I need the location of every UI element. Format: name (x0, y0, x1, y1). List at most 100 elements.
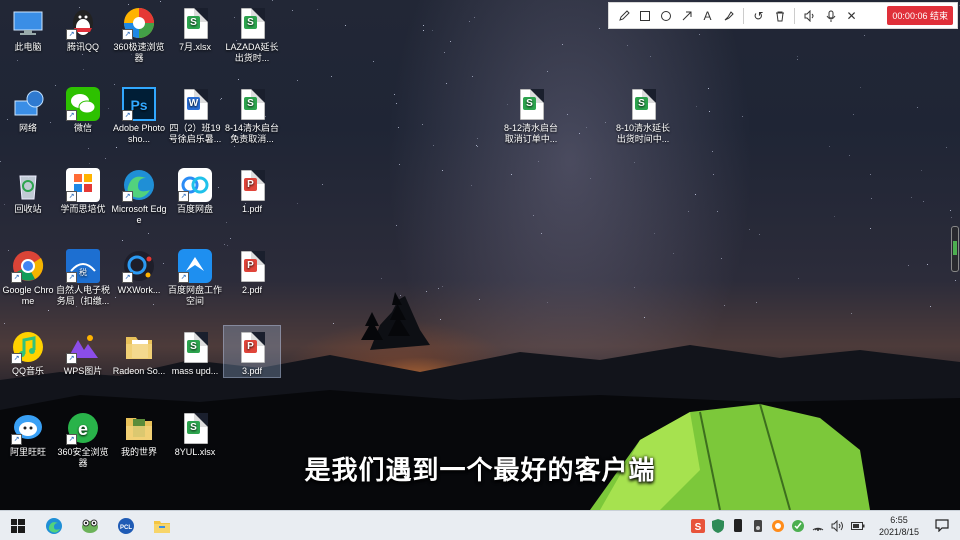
desktop-icon[interactable]: 税 ↗ 自然人电子税务局（扣缴... (55, 245, 111, 307)
desktop-icon[interactable]: S LAZADA延长出货时... (224, 2, 280, 64)
shortcut-arrow-icon: ↗ (122, 191, 133, 202)
star (397, 126, 399, 128)
star (626, 44, 628, 46)
desktop-icon[interactable]: S 8-10清水延长出货时间中... (615, 83, 671, 145)
edge-icon[interactable] (36, 512, 72, 540)
shortcut-arrow-icon: ↗ (178, 272, 189, 283)
notification-icon[interactable] (934, 518, 950, 534)
speaker-icon[interactable] (799, 5, 820, 26)
pencil-icon[interactable] (613, 5, 634, 26)
desktop-icon[interactable]: ↗ 360极速浏览器 (111, 2, 167, 64)
desktop-icon[interactable]: Radeon So... (111, 326, 167, 377)
desktop-icon-label: 8-10清水延长出货时间中... (615, 123, 670, 144)
security-tray-icon[interactable] (790, 518, 806, 534)
rectangle-icon[interactable] (634, 5, 655, 26)
star (852, 113, 854, 115)
star (921, 169, 923, 171)
desktop-icon-label: 腾讯QQ (66, 42, 99, 52)
desktop-icon[interactable]: ↗ 微信 (55, 83, 111, 134)
undo-icon[interactable]: ↺ (748, 5, 769, 26)
star (707, 88, 709, 90)
desktop-icon[interactable]: P 3.pdf (223, 325, 281, 378)
toolbar-divider (794, 7, 795, 24)
desktop-icon[interactable]: 网络 (0, 83, 56, 134)
phone-icon[interactable] (730, 518, 746, 534)
pdf-file-icon: P (235, 249, 269, 283)
desktop-icon-label: 360极速浏览器 (113, 42, 165, 63)
shortcut-arrow-icon: ↗ (122, 272, 133, 283)
wps-tray-icon[interactable]: S (690, 518, 706, 534)
desktop-icon[interactable]: 回收站 (0, 164, 56, 215)
side-scroll-handle[interactable] (951, 226, 959, 272)
shortcut-arrow-icon: ↗ (66, 29, 77, 40)
baidu-netdisk-icon: ↗ (178, 168, 212, 202)
qq-music-icon: ↗ (11, 330, 45, 364)
desktop-icon[interactable]: ↗ 百度网盘 (167, 164, 223, 215)
aliwangwang-icon: ↗ (11, 411, 45, 445)
desktop-icon[interactable]: ↗ WXWork... (111, 245, 167, 296)
desktop-icon[interactable]: ↗ 百度网盘工作空间 (167, 245, 223, 307)
text-icon[interactable]: A (697, 5, 718, 26)
star (649, 55, 651, 57)
desktop-icon[interactable]: ↗ 学而思培优 (55, 164, 111, 215)
spreadsheet-file-icon: S (178, 6, 212, 40)
desktop-icon[interactable]: P 1.pdf (224, 164, 280, 215)
desktop-icon[interactable]: 此电脑 (0, 2, 56, 53)
volume-icon[interactable] (830, 518, 846, 534)
desktop-icon-label: 自然人电子税务局（扣缴... (55, 285, 110, 306)
arrow-icon[interactable] (676, 5, 697, 26)
network-tray-icon[interactable] (810, 518, 826, 534)
star (537, 160, 539, 162)
windows-start-icon[interactable] (0, 512, 36, 540)
pcl-icon[interactable]: PCL (108, 512, 144, 540)
desktop-icon[interactable]: ↗ Google Chrome (0, 245, 56, 307)
close-icon[interactable]: ✕ (841, 5, 862, 26)
desktop-icon[interactable]: S 8-14清水启台免责取消... (224, 83, 280, 145)
battery-icon[interactable] (850, 518, 866, 534)
trash-icon[interactable] (769, 5, 790, 26)
desktop-icon[interactable]: Smass upd... (167, 326, 223, 377)
desktop-icon[interactable]: Ps ↗ Adobe Photosho... (111, 83, 167, 145)
desktop-icon[interactable]: ↗ Microsoft Edge (111, 164, 167, 226)
speaker-tray-icon[interactable] (750, 518, 766, 534)
xueersi-icon: ↗ (66, 168, 100, 202)
desktop-icon-label: 百度网盘工作空间 (167, 285, 222, 306)
star (741, 116, 743, 118)
360-tray-icon[interactable] (770, 518, 786, 534)
spreadsheet-file-icon: S (235, 6, 269, 40)
file-explorer-icon[interactable] (144, 512, 180, 540)
ellipse-icon[interactable] (655, 5, 676, 26)
frog-app-icon[interactable] (72, 512, 108, 540)
stop-recording-button[interactable]: 00:00:06 结束 (887, 6, 953, 25)
desktop-icon-label: LAZADA延长出货时... (225, 42, 279, 63)
minecraft-folder-icon (122, 411, 156, 445)
star (797, 58, 799, 60)
star (0, 160, 2, 162)
star (578, 132, 580, 134)
star (422, 24, 424, 26)
tax-bureau-icon: 税 ↗ (66, 249, 100, 283)
desktop-icon[interactable]: ↗ WPS图片 (55, 326, 111, 377)
star (438, 287, 439, 289)
photoshop-icon: Ps ↗ (122, 87, 156, 121)
shortcut-arrow-icon: ↗ (122, 29, 133, 40)
desktop-icon-label: 学而思培优 (60, 204, 106, 214)
desktop-icon-label: QQ音乐 (11, 366, 44, 376)
chrome-icon: ↗ (11, 249, 45, 283)
desktop-icon[interactable]: W 四（2）班19号徐启乐暑... (167, 83, 223, 145)
star (296, 80, 298, 82)
desktop-icon[interactable]: ↗ 腾讯QQ (55, 2, 111, 53)
highlighter-icon[interactable] (718, 5, 739, 26)
star (758, 233, 760, 235)
desktop-icon[interactable]: ↗ QQ音乐 (0, 326, 56, 377)
shortcut-arrow-icon: ↗ (122, 110, 133, 121)
microphone-icon[interactable] (820, 5, 841, 26)
shield-icon[interactable] (710, 518, 726, 534)
desktop-icon[interactable]: S 7月.xlsx (167, 2, 223, 53)
360-browser-icon: ↗ (122, 6, 156, 40)
desktop-icon[interactable]: P 2.pdf (224, 245, 280, 296)
desktop-icon[interactable]: S 8-12清水启台取消订单中... (503, 83, 559, 145)
svg-text:e: e (78, 419, 88, 439)
taskbar-clock[interactable]: 6:55 2021/8/15 (874, 514, 924, 538)
star (48, 309, 50, 311)
